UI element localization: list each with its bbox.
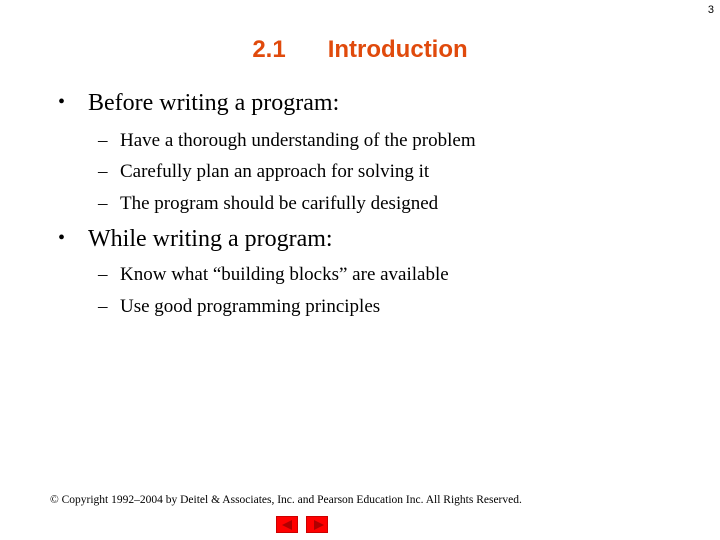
dash-icon: –	[98, 296, 108, 317]
dash-icon: –	[98, 161, 108, 182]
section-number: 2.1	[252, 36, 286, 63]
bullet-icon: •	[58, 227, 66, 249]
triangle-left-icon	[282, 520, 292, 530]
sub-item-text: Carefully plan an approach for solving i…	[120, 161, 430, 182]
next-slide-button[interactable]	[306, 516, 328, 533]
dash-icon: –	[98, 130, 108, 151]
sub-item-text: Have a thorough understanding of the pro…	[120, 130, 476, 151]
section-title: Introduction	[327, 36, 468, 63]
bullet-while-writing: • While writing a program:	[58, 226, 333, 253]
slide-title: 2.1 Introduction	[0, 36, 720, 64]
sub-item: – Know what “building blocks” are availab…	[98, 264, 449, 286]
bullet-text: While writing a program:	[88, 226, 333, 252]
dash-icon: –	[98, 193, 108, 214]
sub-item-text: The program should be carifully designed	[120, 193, 439, 214]
dash-icon: –	[98, 264, 108, 285]
sub-item: – The program should be carifully designe…	[98, 193, 438, 215]
bullet-icon: •	[58, 91, 66, 113]
previous-slide-button[interactable]	[276, 516, 298, 533]
bullet-before-writing: • Before writing a program:	[58, 90, 339, 117]
sub-item: – Use good programming principles	[98, 296, 380, 318]
bullet-text: Before writing a program:	[88, 90, 340, 116]
sub-item-text: Know what “building blocks” are availabl…	[120, 264, 449, 285]
triangle-right-icon	[314, 520, 324, 530]
sub-item: – Carefully plan an approach for solving …	[98, 161, 429, 183]
sub-item: – Have a thorough understanding of the pr…	[98, 130, 476, 152]
copyright-notice: © Copyright 1992–2004 by Deitel & Associ…	[50, 494, 522, 506]
sub-item-text: Use good programming principles	[120, 296, 381, 317]
page-number: 3	[707, 4, 714, 16]
